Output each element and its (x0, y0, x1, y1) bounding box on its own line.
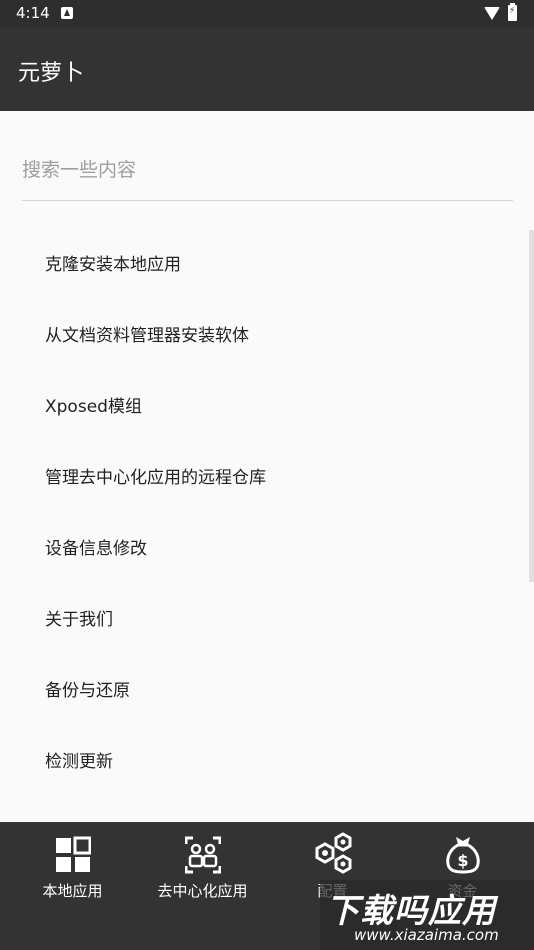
hexagon-nodes-icon (315, 832, 351, 874)
watermark-title: 下载吗应用 (326, 891, 496, 930)
menu-item-check-update[interactable]: 检测更新 (0, 727, 534, 798)
nav-label: 本地应用 (42, 882, 103, 900)
menu-item-clone-install[interactable]: 克隆安装本地应用 (0, 230, 534, 301)
menu-item-manage-repos[interactable]: 管理去中心化应用的远程仓库 (0, 443, 534, 514)
money-bag-icon: $ (445, 837, 480, 874)
watermark-url: www.xiazaima.com (354, 926, 499, 944)
grid-icon (55, 836, 91, 872)
notification-icon (61, 7, 73, 19)
svg-text:$: $ (457, 851, 468, 870)
watermark: 下载吗应用 www.xiazaima.com (320, 880, 534, 950)
menu-item-install-from-files[interactable]: 从文档资料管理器安装软体 (0, 301, 534, 372)
app-bar: 元萝卜 (0, 28, 534, 111)
people-scan-icon (184, 836, 221, 874)
menu-item-xposed-modules[interactable]: Xposed模组 (0, 372, 534, 443)
battery-charging-icon (508, 3, 517, 21)
nav-label: 去中心化应用 (157, 882, 248, 900)
status-time: 4:14 (16, 4, 50, 22)
status-bar: 4:14 (0, 0, 534, 28)
app-title: 元萝卜 (18, 61, 85, 86)
scrollbar[interactable] (529, 230, 534, 582)
menu-item-backup-restore[interactable]: 备份与还原 (0, 656, 534, 727)
search-input[interactable] (22, 140, 513, 201)
menu-item-device-info[interactable]: 设备信息修改 (0, 514, 534, 585)
search-area (22, 140, 513, 204)
menu-item-about-us[interactable]: 关于我们 (0, 585, 534, 656)
menu-list: 克隆安装本地应用 从文档资料管理器安装软体 Xposed模组 管理去中心化应用的… (0, 230, 534, 798)
wifi-icon (484, 7, 500, 20)
nav-item-decentralized-apps[interactable]: 去中心化应用 (136, 836, 269, 926)
nav-item-local-apps[interactable]: 本地应用 (6, 836, 139, 926)
